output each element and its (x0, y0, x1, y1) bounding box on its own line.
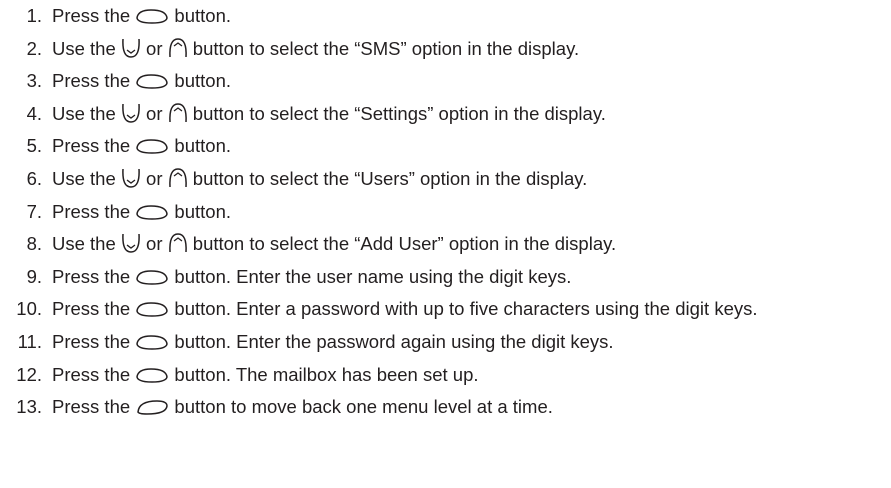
step-text: Press the (52, 330, 136, 352)
ok-button-icon (135, 202, 169, 222)
step-text: Use the (52, 167, 121, 189)
step-text: Use the (52, 37, 121, 59)
ok-button-icon (135, 332, 169, 352)
up-arrow-button-icon (168, 37, 188, 59)
step-item: 3. Press the button. (0, 69, 891, 92)
step-text: button. The mailbox has been set up. (169, 363, 479, 385)
back-button-icon (135, 397, 169, 417)
step-item: 2. Use the or button to select the “SMS” … (0, 37, 891, 60)
step-text: button. (169, 70, 232, 92)
down-arrow-button-icon (121, 37, 141, 59)
steps-list: 1. Press the button. 2. Use the or button t… (0, 4, 891, 428)
step-number: 2. (26, 37, 42, 59)
step-number: 10. (16, 298, 42, 320)
step-text: button. (169, 135, 232, 157)
step-text: button. (169, 200, 232, 222)
step-text: Press the (52, 363, 136, 385)
step-number: 12. (16, 363, 42, 385)
step-item: 1. Press the button. (0, 4, 891, 27)
ok-button-icon (135, 365, 169, 385)
step-text: or (140, 37, 168, 59)
step-text: or (140, 167, 168, 189)
up-arrow-button-icon (168, 232, 188, 254)
step-number: 1. (26, 5, 42, 26)
step-text: button to select the “Users” option in t… (187, 167, 588, 189)
step-number: 5. (26, 135, 42, 157)
down-arrow-button-icon (121, 167, 141, 189)
step-text: Press the (52, 5, 136, 26)
step-text: button to select the “SMS” option in the… (187, 37, 580, 59)
step-number: 7. (26, 200, 42, 222)
step-text: button to move back one menu level at a … (169, 396, 553, 418)
step-text: button. (169, 5, 232, 26)
step-text: button. Enter a password with up to five… (169, 298, 758, 320)
step-item: 10. Press the button. Enter a password wi… (0, 297, 891, 320)
step-text: Use the (52, 233, 121, 255)
ok-button-icon (135, 6, 169, 26)
step-text: Press the (52, 298, 136, 320)
step-text: button. Enter the password again using t… (169, 330, 614, 352)
step-item: 9. Press the button. Enter the user name … (0, 265, 891, 288)
step-number: 8. (26, 233, 42, 255)
ok-button-icon (135, 299, 169, 319)
step-text: button to select the “Settings” option i… (187, 102, 606, 124)
ok-button-icon (135, 71, 169, 91)
step-text: Use the (52, 102, 121, 124)
ok-button-icon (135, 136, 169, 156)
step-number: 9. (26, 265, 42, 287)
step-item: 11. Press the button. Enter the password … (0, 330, 891, 353)
step-text: Press the (52, 396, 136, 418)
step-number: 3. (26, 70, 42, 92)
step-text: Press the (52, 200, 136, 222)
ok-button-icon (135, 267, 169, 287)
step-item: 7. Press the button. (0, 200, 891, 223)
step-text: or (140, 233, 168, 255)
down-arrow-button-icon (121, 102, 141, 124)
up-arrow-button-icon (168, 167, 188, 189)
step-text: Press the (52, 265, 136, 287)
instruction-document: 1. Press the button. 2. Use the or button t… (0, 0, 891, 488)
step-text: button to select the “Add User” option i… (187, 233, 617, 255)
step-text: button. Enter the user name using the di… (169, 265, 572, 287)
step-item: 4. Use the or button to select the “Setti… (0, 102, 891, 125)
step-number: 4. (26, 102, 42, 124)
step-item: 5. Press the button. (0, 134, 891, 157)
step-number: 13. (16, 396, 42, 418)
step-item: 8. Use the or button to select the “Add U… (0, 232, 891, 255)
step-item: 13. Press the button to move back one men… (0, 395, 891, 418)
up-arrow-button-icon (168, 102, 188, 124)
step-number: 11. (17, 330, 42, 352)
step-item: 12. Press the button. The mailbox has bee… (0, 363, 891, 386)
step-item: 6. Use the or button to select the “Users… (0, 167, 891, 190)
step-number: 6. (26, 167, 42, 189)
step-text: or (140, 102, 168, 124)
step-text: Press the (52, 135, 136, 157)
step-text: Press the (52, 70, 136, 92)
down-arrow-button-icon (121, 232, 141, 254)
